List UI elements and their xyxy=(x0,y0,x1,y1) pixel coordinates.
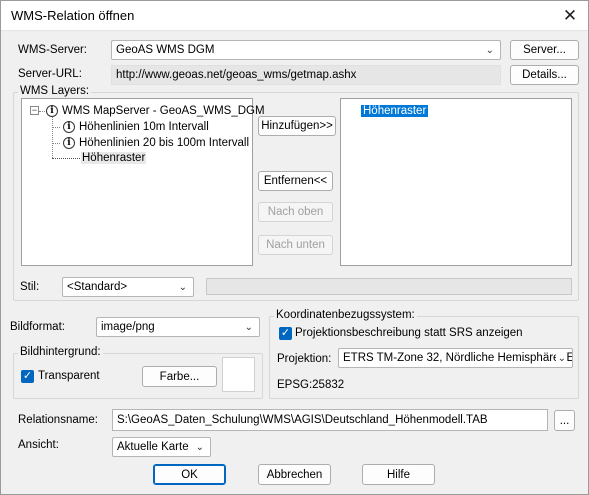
details-button[interactable]: Details... xyxy=(510,65,579,85)
view-select[interactable]: Aktuelle Karte ⌄ xyxy=(112,437,211,457)
move-down-button[interactable]: Nach unten xyxy=(258,235,333,255)
view-label: Ansicht: xyxy=(18,439,59,451)
wms-server-label: WMS-Server: xyxy=(18,44,87,56)
tree-root-item[interactable]: i WMS MapServer - GeoAS_WMS_DGM xyxy=(46,103,265,119)
epsg-code: EPSG:25832 xyxy=(277,379,345,391)
collapse-icon[interactable]: − xyxy=(30,106,39,115)
tree-item-layer[interactable]: Höhenraster xyxy=(81,150,147,166)
tree-item-label: Höhenlinien 10m Intervall xyxy=(79,121,209,133)
chevron-down-icon: ⌄ xyxy=(244,322,253,333)
style-label: Stil: xyxy=(20,281,40,293)
chevron-down-icon: ⌄ xyxy=(195,442,204,453)
projection-description-checkbox[interactable]: ✓ xyxy=(279,327,292,340)
add-button[interactable]: Hinzufügen>> xyxy=(258,116,336,136)
info-icon: i xyxy=(63,120,75,133)
projection-description-label: Projektionsbeschreibung statt SRS anzeig… xyxy=(295,327,523,339)
chevron-down-icon: ⌄ xyxy=(555,350,566,367)
projection-label: Projektion: xyxy=(277,353,332,365)
server-url-field: http://www.geoas.net/geoas_wms/getmap.as… xyxy=(111,65,501,85)
help-button[interactable]: Hilfe xyxy=(362,464,435,485)
server-url-label: Server-URL: xyxy=(18,68,82,80)
browse-button[interactable]: ... xyxy=(554,410,575,431)
view-value: Aktuelle Karte xyxy=(117,441,189,453)
dialog-window: WMS-Relation öffnen ✕ WMS-Server: GeoAS … xyxy=(0,0,589,495)
style-value: <Standard> xyxy=(67,281,128,293)
selected-layer-label: Höhenraster xyxy=(361,105,429,117)
projection-value: ETRS TM-Zone 32, Nördliche Hemisphäre (E xyxy=(343,352,573,364)
transparent-label: Transparent xyxy=(38,370,100,382)
wms-server-value: GeoAS WMS DGM xyxy=(116,44,215,56)
image-format-value: image/png xyxy=(101,321,155,333)
relation-name-input[interactable]: S:\GeoAS_Daten_Schulung\WMS\AGIS\Deutsch… xyxy=(112,409,548,431)
chevron-down-icon: ⌄ xyxy=(178,282,187,293)
tree-item-layer[interactable]: i Höhenlinien 10m Intervall xyxy=(63,119,209,135)
list-item[interactable]: Höhenraster xyxy=(361,103,429,119)
tree-line xyxy=(52,158,80,159)
move-up-button[interactable]: Nach oben xyxy=(258,202,333,222)
window-title: WMS-Relation öffnen xyxy=(11,8,135,23)
transparent-checkbox[interactable]: ✓ xyxy=(21,370,34,383)
ok-button[interactable]: OK xyxy=(153,464,226,485)
tree-line xyxy=(52,127,60,128)
selected-layers-list[interactable]: Höhenraster xyxy=(340,98,572,266)
wms-layers-title: WMS Layers: xyxy=(18,85,92,97)
crs-title: Koordinatenbezugssystem: xyxy=(274,309,417,321)
tree-line xyxy=(52,143,60,144)
tree-item-label: Höhenlinien 20 bis 100m Intervall xyxy=(79,137,250,149)
color-button[interactable]: Farbe... xyxy=(142,366,217,387)
tree-item-layer[interactable]: i Höhenlinien 20 bis 100m Intervall xyxy=(63,135,249,151)
projection-select[interactable]: ETRS TM-Zone 32, Nördliche Hemisphäre (E… xyxy=(338,348,573,368)
tree-root-label: WMS MapServer - GeoAS_WMS_DGM xyxy=(62,105,265,117)
available-layers-tree[interactable]: − i WMS MapServer - GeoAS_WMS_DGM i Höhenl… xyxy=(21,98,265,266)
chevron-down-icon: ⌄ xyxy=(485,45,494,56)
tree-item-label: Höhenraster xyxy=(81,152,147,164)
relation-name-label: Relationsname: xyxy=(18,414,98,426)
wms-server-select[interactable]: GeoAS WMS DGM ⌄ xyxy=(111,40,501,60)
title-bar: WMS-Relation öffnen ✕ xyxy=(1,1,588,31)
tree-line xyxy=(52,117,53,158)
color-swatch xyxy=(222,357,255,392)
cancel-button[interactable]: Abbrechen xyxy=(258,464,331,485)
image-format-select[interactable]: image/png ⌄ xyxy=(96,317,260,337)
server-button[interactable]: Server... xyxy=(510,40,579,60)
style-select[interactable]: <Standard> ⌄ xyxy=(62,277,194,297)
tree-line xyxy=(39,111,45,112)
close-icon[interactable]: ✕ xyxy=(556,3,584,29)
progress-bar xyxy=(206,278,572,295)
image-format-label: Bildformat: xyxy=(10,321,65,333)
info-icon: i xyxy=(46,104,58,117)
image-background-title: Bildhintergrund: xyxy=(18,346,103,358)
info-icon: i xyxy=(63,136,75,149)
remove-button[interactable]: Entfernen<< xyxy=(258,171,333,191)
